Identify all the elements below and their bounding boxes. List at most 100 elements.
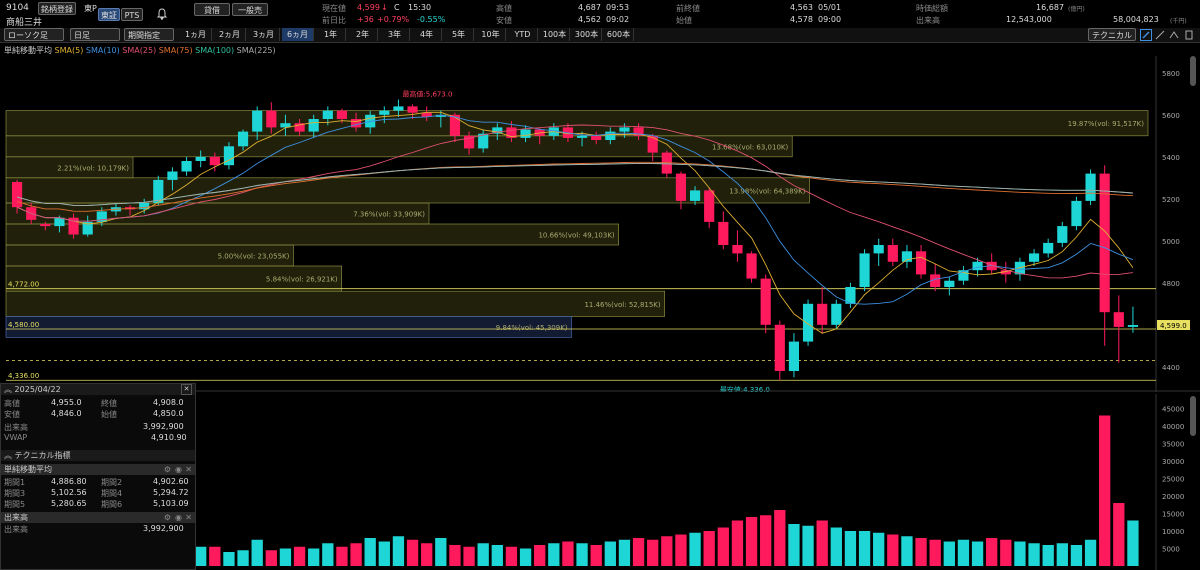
volume-bar-78 [1113, 503, 1125, 566]
sma-rows-1-l1: 期間3 [4, 489, 26, 498]
exchange-button[interactable]: 東証 [98, 8, 120, 21]
volume-bar-27 [392, 536, 405, 566]
range-tab-0[interactable]: 1ヵ月 [180, 28, 212, 41]
pts-button[interactable]: PTS [121, 8, 143, 21]
candle-27 [393, 106, 404, 111]
candle-64 [915, 251, 927, 275]
turnover-value: 58,004,823 [1113, 15, 1159, 24]
volume-bar-39 [562, 541, 574, 566]
volume-profile-label-1: 13.68%(vol: 63,010K) [712, 143, 788, 151]
volume-bar-33 [477, 543, 489, 566]
vol-y-tick-4: 25000 [1162, 476, 1184, 484]
range-tab-8[interactable]: 5年 [444, 28, 474, 41]
volume-profile-label-8: 11.46%(vol: 52,815K) [584, 301, 660, 309]
volume-bar-14 [209, 546, 221, 566]
candle-0 [11, 182, 23, 208]
candle-14 [209, 156, 220, 166]
sma-close-icon[interactable]: ✕ [185, 464, 192, 475]
range-tab-1[interactable]: 2ヵ月 [214, 28, 246, 41]
sma-rows-2-l2: 期間6 [101, 500, 123, 509]
price-chart[interactable]: 19.87%(vol: 91,517K) 13.68%(vol: 63,010K)… [0, 56, 1200, 392]
volume-profile-bar-1 [5, 135, 793, 158]
range-tab-12[interactable]: 300本 [572, 28, 602, 41]
volume-bar-36 [519, 548, 532, 566]
range-tab-2[interactable]: 3ヵ月 [248, 28, 280, 41]
y-tick-1: 5600 [1162, 112, 1180, 120]
volume-bar-58 [830, 527, 842, 566]
range-tab-7[interactable]: 4年 [412, 28, 442, 41]
vol-eye-icon[interactable]: ◉ [175, 512, 182, 523]
candle-22 [322, 110, 333, 119]
trend-line-icon[interactable] [1154, 29, 1166, 41]
tech-panel-title[interactable]: ︽ テクニカル指標 [1, 450, 195, 461]
range-tab-5[interactable]: 2年 [348, 28, 378, 41]
sma-legend-items: SMA(5) SMA(10) SMA(25) SMA(75) SMA(100) … [55, 46, 276, 55]
candle-13 [195, 156, 206, 161]
technical-button[interactable]: テクニカル [1088, 28, 1136, 41]
candle-23 [336, 110, 348, 119]
volume-bar-51 [731, 520, 744, 566]
draw-tool-icon[interactable] [1168, 29, 1180, 41]
range-tab-10[interactable]: YTD [508, 28, 538, 41]
candle-62 [887, 245, 898, 262]
volume-bar-52 [745, 517, 758, 566]
info-rows-1-v2: 4,850.0 [153, 409, 184, 418]
close-icon[interactable]: ✕ [181, 384, 192, 395]
volume-profile-bar-8 [5, 290, 665, 317]
margin-sell-button[interactable]: 一般売 [232, 3, 268, 16]
volume-bar-18 [265, 550, 277, 566]
range-tab-3[interactable]: 6ヵ月 [282, 28, 314, 41]
candle-54 [774, 324, 785, 371]
sma-settings-icon[interactable]: ⚙ [164, 464, 171, 475]
settings-icon[interactable] [1183, 29, 1195, 41]
prev-close-date: 05/01 [818, 3, 842, 12]
candle-50 [718, 221, 729, 245]
sma-legend-item-0: SMA(5) [54, 46, 84, 55]
volume-bar-16 [237, 550, 249, 566]
info-rows-1-l2: 始値 [101, 410, 117, 419]
candle-36 [520, 129, 531, 138]
register-button[interactable]: 銘柄登録 [38, 2, 76, 15]
range-tab-4[interactable]: 1年 [316, 28, 346, 41]
vol-close-icon[interactable]: ✕ [185, 512, 192, 523]
vol-settings-icon[interactable]: ⚙ [164, 512, 171, 523]
y-tick-5: 4800 [1162, 280, 1180, 288]
price-scrollbar[interactable] [1190, 56, 1196, 86]
volume-bar-49 [703, 531, 715, 566]
candle-40 [576, 135, 588, 138]
candle-55 [788, 341, 800, 371]
open-time: 09:00 [818, 15, 842, 24]
candle-56 [802, 303, 814, 342]
range-tab-13[interactable]: 600本 [604, 28, 634, 41]
range-tab-6[interactable]: 3年 [380, 28, 410, 41]
volume-profile-label-5: 10.66%(vol: 49,103K) [538, 232, 614, 240]
vol-title: 出来高 [4, 513, 28, 522]
pen-icon[interactable] [1140, 29, 1152, 41]
period-type-select[interactable]: 日足 [70, 28, 120, 41]
sma-eye-icon[interactable]: ◉ [175, 464, 182, 475]
candle-48 [689, 190, 701, 201]
volume-profile-label-4: 7.36%(vol: 33,909K) [353, 211, 425, 219]
volume-bar-72 [1028, 543, 1040, 566]
sma-title: 単純移動平均 [4, 465, 52, 474]
volume-scrollbar[interactable] [1190, 396, 1196, 436]
chart-type-select[interactable]: ローソク足 [4, 28, 64, 41]
collapse-tech-icon[interactable]: ︽ [4, 451, 15, 460]
borrow-button[interactable]: 貸借 [194, 3, 230, 16]
volume-bar-34 [491, 545, 503, 566]
volume-bar-65 [929, 539, 941, 566]
volume-bar-23 [336, 546, 348, 566]
bell-icon[interactable] [156, 8, 168, 21]
range-tab-9[interactable]: 10年 [476, 28, 506, 41]
collapse-icon[interactable]: ︽ [4, 385, 15, 394]
range-tab-11[interactable]: 100本 [540, 28, 570, 41]
y-tick-3: 5200 [1162, 196, 1180, 204]
volume-bar-20 [293, 546, 306, 566]
candle-2 [40, 224, 51, 227]
candle-41 [591, 135, 602, 140]
turnover-unit: (千円) [1170, 18, 1187, 25]
volume-bar-67 [957, 539, 970, 566]
sma-rows-1-v2: 5,294.72 [153, 488, 189, 497]
range-select[interactable]: 期間指定 [124, 28, 174, 41]
volume-bar-37 [534, 545, 546, 566]
